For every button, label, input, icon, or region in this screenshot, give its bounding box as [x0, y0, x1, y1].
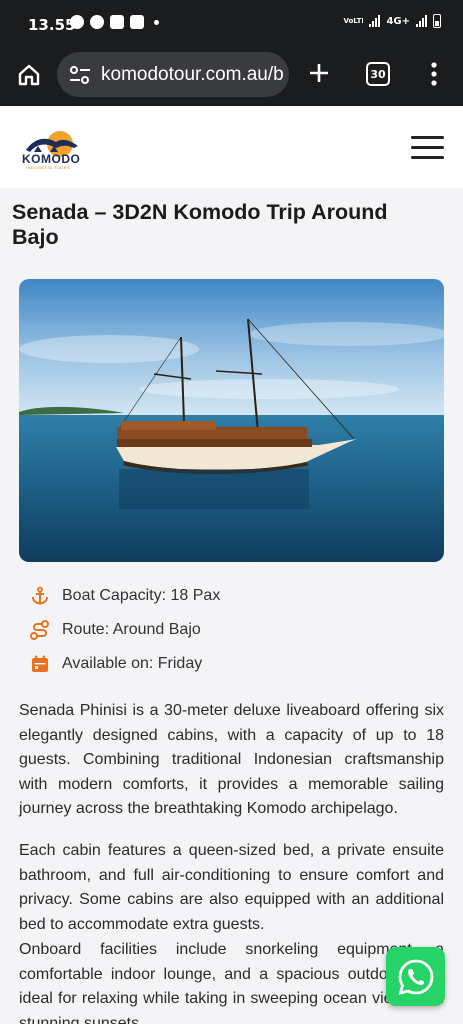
volte-indicator: VoLTE: [343, 17, 363, 25]
chat-notification-icon: [90, 15, 104, 29]
tab-count: 30: [370, 67, 386, 81]
feature-label: Available on: Friday: [62, 655, 203, 672]
discord-notification-icon: [110, 15, 124, 29]
logo-text: KOMODO: [22, 152, 81, 166]
url-text[interactable]: komodotour.com.au/b: [101, 64, 284, 86]
site-settings-icon[interactable]: [69, 65, 91, 85]
feature-label: Boat Capacity: 18 Pax: [62, 587, 221, 604]
status-indicators: VoLTE 4G+: [343, 14, 441, 28]
route-icon: [30, 620, 49, 640]
status-bar: 13.55 VoLTE 4G+: [0, 0, 463, 48]
page-title: Senada – 3D2N Komodo Trip Around Bajo: [12, 200, 388, 249]
home-icon[interactable]: [16, 62, 42, 88]
description-paragraph-3: Onboard facilities include snorkeling eq…: [19, 941, 444, 1024]
boat-hero-image: [19, 279, 444, 562]
status-time: 13.55: [28, 16, 76, 34]
hamburger-menu-icon[interactable]: [411, 136, 444, 160]
description-paragraph-2: Each cabin features a queen-sized bed, a…: [19, 842, 444, 933]
new-tab-icon[interactable]: [306, 60, 332, 86]
calendar-icon: [32, 655, 48, 672]
site-header: KOMODO INDONESIA TOURS: [0, 106, 463, 188]
whatsapp-notification-icon: [70, 15, 84, 29]
signal-icon-2: [416, 15, 427, 27]
logo-subtext: INDONESIA TOURS: [26, 165, 71, 170]
signal-icon: [369, 15, 381, 27]
tab-switcher-button[interactable]: 30: [366, 62, 390, 86]
battery-icon: [433, 14, 441, 28]
address-bar[interactable]: komodotour.com.au/b: [57, 52, 289, 97]
more-notifications-icon: [154, 19, 159, 25]
network-type: 4G+: [386, 15, 410, 27]
feature-boat-capacity: Boat Capacity: 18 Pax: [30, 584, 220, 608]
browser-toolbar: komodotour.com.au/b 30: [0, 48, 463, 106]
whatsapp-icon: [398, 959, 433, 995]
feature-route: Route: Around Bajo: [30, 618, 201, 642]
anchor-icon: [32, 586, 48, 605]
media-notification-icon: [130, 15, 144, 29]
whatsapp-chat-button[interactable]: [386, 947, 445, 1006]
feature-label: Route: Around Bajo: [62, 621, 201, 638]
more-options-icon[interactable]: [424, 60, 444, 88]
description-paragraph-1: Senada Phinisi is a 30-meter deluxe live…: [19, 702, 444, 817]
feature-availability: Available on: Friday: [30, 652, 202, 676]
